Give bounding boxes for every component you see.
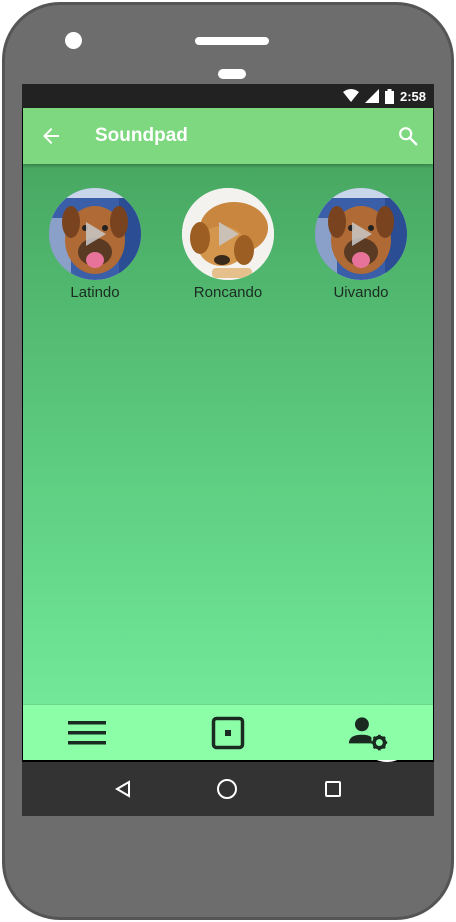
battery-icon [384,88,394,104]
sound-pad-roncando[interactable]: Roncando [173,188,283,301]
sound-label: Latindo [70,284,120,301]
back-nav-button[interactable] [110,776,136,802]
user-settings-icon [348,717,388,751]
app-bar: Soundpad [23,108,433,164]
wifi-icon [342,89,359,102]
menu-icon [68,721,106,745]
sound-pad-uivando[interactable]: Uivando [306,188,416,301]
dog-image [49,188,141,280]
earpiece-speaker [195,37,269,45]
page-title: Soundpad [95,125,188,146]
menu-button[interactable] [67,715,107,751]
puppy-image [182,188,274,280]
device-screen: 2:58 Soundpad Latindo Roncando Uivando [22,84,434,816]
sound-pad-latindo[interactable]: Latindo [40,188,150,301]
home-nav-button[interactable] [214,776,240,802]
play-icon [352,222,372,246]
profile-settings-button[interactable] [348,715,388,751]
arrow-left-icon[interactable] [39,124,63,148]
search-icon[interactable] [397,125,419,147]
status-time: 2:58 [399,88,426,104]
circle-home-icon [217,779,237,799]
square-recents-icon [325,781,341,797]
play-icon [86,222,106,246]
dog-image [315,188,407,280]
triangle-back-icon [115,780,130,798]
sound-label: Roncando [193,284,263,301]
system-navigation-bar [22,762,434,816]
play-icon [219,222,239,246]
center-nav-button[interactable] [208,715,248,751]
bottom-navigation [23,704,433,760]
sound-label: Uivando [333,284,389,301]
signal-icon [364,89,379,103]
front-camera [65,32,82,49]
recents-nav-button[interactable] [320,776,346,802]
status-bar: 2:58 [22,84,434,108]
soundpad-grid: Latindo Roncando Uivando [23,164,433,762]
proximity-sensor [218,69,246,79]
square-dot-icon [211,716,245,750]
